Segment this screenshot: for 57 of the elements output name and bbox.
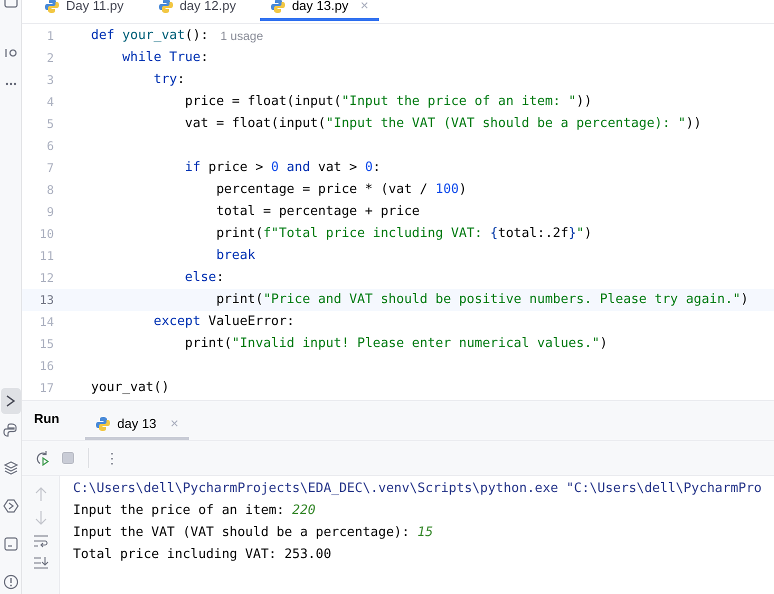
rerun-icon[interactable] <box>34 450 50 466</box>
editor-tab[interactable]: Day 11.py <box>34 0 134 21</box>
problems-icon[interactable] <box>2 574 18 590</box>
line-number: 15 <box>40 336 54 353</box>
code-line: except ValueError: <box>152 313 294 332</box>
code-line: print(f"Total price including VAT: {total:.2f}") <box>215 225 592 244</box>
run-panel-icon[interactable] <box>0 388 20 414</box>
code-line: while True: <box>121 49 208 68</box>
editor-tab[interactable]: day 12.py <box>148 0 246 21</box>
editor-tab[interactable]: day 13.py × <box>260 0 379 21</box>
line-number: 10 <box>40 226 54 243</box>
code-line: percentage = price * (vat / 100) <box>215 181 467 200</box>
code-line: def your_vat(): <box>91 27 208 46</box>
line-number: 12 <box>40 270 54 287</box>
terminal-icon[interactable] <box>2 536 18 552</box>
line-number: 1 <box>46 28 54 45</box>
console-line: Total price including VAT: 253.00 <box>73 546 332 564</box>
code-line: price = float(input("Input the price of an item: ")) <box>184 93 592 112</box>
more-options-button[interactable]: ⋮ <box>103 448 121 468</box>
python-file-icon <box>158 0 174 14</box>
code-line: total = percentage + price <box>215 203 420 222</box>
services-icon[interactable] <box>2 498 18 514</box>
code-line: your_vat() <box>91 379 170 398</box>
line-number: 14 <box>40 314 54 331</box>
python-packages-icon[interactable] <box>2 422 18 438</box>
line-number: 9 <box>46 204 54 221</box>
code-line: vat = float(input("Input the VAT (VAT should be a percentage): ")) <box>184 115 702 134</box>
line-number: 7 <box>46 160 54 177</box>
layers-icon[interactable] <box>2 460 18 476</box>
python-file-icon <box>95 416 112 432</box>
code-line: break <box>215 247 256 266</box>
code-line: try: <box>152 71 185 90</box>
code-line: if price > 0 and vat > 0: <box>184 159 381 178</box>
console-line: Input the price of an item: 220 <box>73 502 317 520</box>
structure-icon[interactable] <box>4 48 16 58</box>
soft-wrap-icon[interactable] <box>32 534 48 548</box>
line-number: 16 <box>40 358 54 375</box>
python-file-icon <box>270 0 286 14</box>
code-line: print("Price and VAT should be positive numbers. Please try again.") <box>215 291 748 310</box>
line-number: 17 <box>40 380 54 397</box>
line-number: 5 <box>46 116 54 133</box>
line-number: 8 <box>46 182 54 199</box>
python-file-icon <box>44 0 60 14</box>
console-line: Input the VAT (VAT should be a percentage): 15 <box>73 524 434 542</box>
line-number: 6 <box>46 138 54 155</box>
line-number: 4 <box>46 94 54 111</box>
line-number: 13 <box>40 292 54 309</box>
run-tab[interactable]: day 13 × <box>85 410 189 440</box>
scroll-to-end-icon[interactable] <box>32 556 48 570</box>
line-number: 11 <box>40 248 54 265</box>
more-icon[interactable] <box>4 82 16 86</box>
code-line: else: <box>184 269 224 288</box>
code-line: print("Invalid input! Please enter numerical values.") <box>184 335 608 354</box>
console-line: C:\Users\dell\PycharmProjects\EDA_DEC\.venv\Scripts\python.exe "C:\Users\dell\PycharmPro <box>73 480 762 498</box>
panel-title: Run <box>34 410 60 428</box>
line-number: 2 <box>46 50 54 67</box>
line-number: 3 <box>46 72 54 89</box>
